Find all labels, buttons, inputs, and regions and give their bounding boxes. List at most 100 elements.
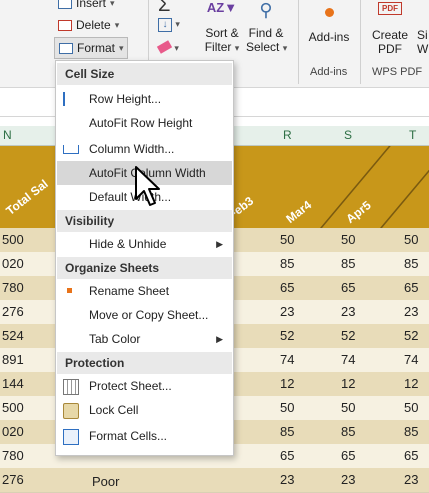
separator [298, 0, 299, 84]
cell-apr5[interactable]: 85 [404, 424, 418, 439]
mouse-cursor-icon [135, 166, 160, 206]
cell-apr5[interactable]: 23 [404, 304, 418, 319]
format-button[interactable]: Format ▾ [54, 37, 128, 59]
cell-total-sales[interactable]: 780 [2, 280, 24, 295]
menu-item-autofit-row-height[interactable]: AutoFit Row Height [57, 111, 232, 135]
submenu-arrow-icon: ▶ [216, 334, 223, 344]
cell-feb3[interactable]: 74 [280, 352, 294, 367]
column-header-r[interactable]: R [283, 128, 292, 142]
cell-feb3[interactable]: 50 [280, 400, 294, 415]
divider [380, 146, 429, 228]
cell-mar4[interactable]: 50 [341, 232, 355, 247]
column-header-n[interactable]: N [3, 128, 12, 142]
add-ins-icon [306, 2, 352, 30]
chevron-down-icon: ▾ [174, 43, 179, 53]
cell-apr5[interactable]: 23 [404, 472, 418, 487]
cell-feb3[interactable]: 85 [280, 256, 294, 271]
cell-apr5[interactable]: 52 [404, 328, 418, 343]
cell-apr5[interactable]: 74 [404, 352, 418, 367]
menu-section-protection: Protection [57, 352, 232, 374]
column-width-icon [63, 145, 79, 154]
lock-icon [63, 403, 79, 419]
cell-mar4[interactable]: 65 [341, 280, 355, 295]
cell-feb3[interactable]: 65 [280, 448, 294, 463]
cell-apr5[interactable]: 85 [404, 256, 418, 271]
cell-mar4[interactable]: 52 [341, 328, 355, 343]
table-row: 276 23 23 23 [0, 468, 429, 493]
cell-mar4[interactable]: 85 [341, 424, 355, 439]
create-pdf-button[interactable]: PDF Create PDF [368, 0, 412, 56]
header-total-sales[interactable]: Total Sal [3, 177, 50, 218]
magnifier-icon: ⚲ [259, 0, 273, 20]
cell-feb3[interactable]: 85 [280, 424, 294, 439]
partial-button[interactable]: Si W [417, 28, 428, 56]
add-ins-button[interactable]: Add-ins [306, 2, 352, 44]
cell-feb3[interactable]: 23 [280, 304, 294, 319]
cell-mar4[interactable]: 23 [341, 304, 355, 319]
menu-section-organize-sheets: Organize Sheets [57, 257, 232, 279]
cell-rating-partial[interactable]: Poor [92, 474, 119, 489]
cell-feb3[interactable]: 52 [280, 328, 294, 343]
header-mar4[interactable]: Mar4 [283, 198, 314, 226]
autosum-icon[interactable]: Σ [158, 0, 170, 17]
sort-filter-button[interactable]: AZ▼ Sort & Filter ▾ [202, 0, 242, 54]
menu-section-cell-size: Cell Size [57, 63, 232, 85]
cell-apr5[interactable]: 65 [404, 448, 418, 463]
cell-apr5[interactable]: 65 [404, 280, 418, 295]
insert-button[interactable]: Insert ▾ [58, 0, 115, 10]
row-height-icon [63, 92, 67, 106]
fill-down-icon: ↓ [158, 18, 172, 32]
cell-total-sales[interactable]: 524 [2, 328, 24, 343]
menu-item-tab-color[interactable]: Tab Color ▶ [57, 327, 232, 351]
fill-button[interactable]: ↓ ▾ [158, 16, 180, 32]
cell-mar4[interactable]: 23 [341, 472, 355, 487]
cell-total-sales[interactable]: 276 [2, 304, 24, 319]
protect-sheet-icon [63, 379, 79, 395]
header-apr5[interactable]: Apr5 [343, 198, 373, 226]
chevron-down-icon: ▾ [114, 19, 120, 30]
delete-button[interactable]: Delete ▾ [58, 18, 119, 32]
menu-item-protect-sheet[interactable]: Protect Sheet... [57, 374, 232, 398]
menu-section-visibility: Visibility [57, 210, 232, 232]
add-ins-group-label: Add-ins [310, 66, 348, 78]
menu-item-row-height[interactable]: Row Height... [57, 87, 232, 111]
cell-total-sales[interactable]: 276 [2, 472, 24, 487]
menu-item-rename-sheet[interactable]: Rename Sheet [57, 279, 232, 303]
cell-total-sales[interactable]: 780 [2, 448, 24, 463]
cell-feb3[interactable]: 65 [280, 280, 294, 295]
cell-mar4[interactable]: 65 [341, 448, 355, 463]
eraser-icon [156, 40, 173, 54]
cell-total-sales[interactable]: 891 [2, 352, 24, 367]
find-select-button[interactable]: ⚲ Find & Select ▾ [246, 0, 287, 54]
cell-total-sales[interactable]: 020 [2, 424, 24, 439]
sort-filter-icon: AZ▼ [206, 0, 238, 15]
cell-mar4[interactable]: 74 [341, 352, 355, 367]
delete-icon [58, 19, 72, 31]
cell-feb3[interactable]: 12 [280, 376, 294, 391]
cell-mar4[interactable]: 50 [341, 400, 355, 415]
menu-item-hide-unhide[interactable]: Hide & Unhide ▶ [57, 232, 232, 256]
cell-total-sales[interactable]: 500 [2, 400, 24, 415]
column-header-t[interactable]: T [409, 128, 416, 142]
cell-feb3[interactable]: 23 [280, 472, 294, 487]
menu-item-move-copy-sheet[interactable]: Move or Copy Sheet... [57, 303, 232, 327]
cell-apr5[interactable]: 50 [404, 400, 418, 415]
menu-item-lock-cell[interactable]: Lock Cell [57, 398, 232, 422]
cell-total-sales[interactable]: 020 [2, 256, 24, 271]
wps-pdf-group-label: WPS PDF [372, 66, 423, 78]
menu-item-format-cells[interactable]: Format Cells... [57, 424, 232, 448]
cell-total-sales[interactable]: 144 [2, 376, 24, 391]
menu-item-column-width[interactable]: Column Width... [57, 137, 232, 161]
chevron-down-icon: ▾ [119, 42, 124, 53]
cell-apr5[interactable]: 50 [404, 232, 418, 247]
chevron-down-icon: ▾ [175, 19, 180, 29]
clear-button[interactable]: ▾ [156, 40, 179, 54]
cell-apr5[interactable]: 12 [404, 376, 418, 391]
cell-mar4[interactable]: 85 [341, 256, 355, 271]
cell-feb3[interactable]: 50 [280, 232, 294, 247]
pdf-icon: PDF [368, 0, 412, 28]
bullet-icon [67, 288, 72, 293]
cell-mar4[interactable]: 12 [341, 376, 355, 391]
cell-total-sales[interactable]: 500 [2, 232, 24, 247]
column-header-s[interactable]: S [344, 128, 352, 142]
